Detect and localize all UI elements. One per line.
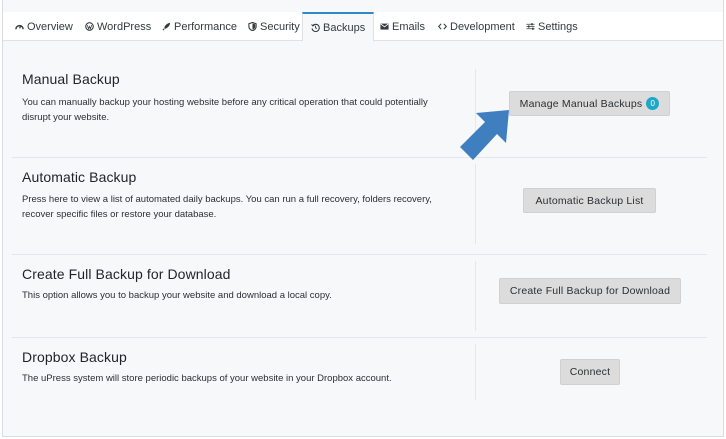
section-description: You can manually backup your hosting web… xyxy=(22,95,472,125)
section-divider xyxy=(475,164,476,244)
description-line: disrupt your website. xyxy=(22,112,110,123)
tab-performance[interactable]: Performance xyxy=(162,12,237,41)
backup-count-badge: 0 xyxy=(646,97,660,110)
envelope-icon xyxy=(380,22,389,31)
wordpress-icon xyxy=(85,22,94,31)
manage-manual-backups-button[interactable]: Manage Manual Backups 0 xyxy=(509,91,670,116)
dashboard-icon xyxy=(15,22,24,31)
tab-label: Backups xyxy=(323,21,366,34)
connect-dropbox-button[interactable]: Connect xyxy=(560,359,620,385)
section-description: This option allows you to backup your we… xyxy=(22,288,472,303)
rocket-icon xyxy=(162,22,171,31)
tab-bar: Overview WordPress Performance Security … xyxy=(3,12,723,42)
code-icon xyxy=(437,22,448,31)
manual-backup-section: Manual Backup You can manually backup yo… xyxy=(12,41,707,158)
sliders-icon xyxy=(526,22,535,31)
tab-settings[interactable]: Settings xyxy=(526,12,578,41)
download-backup-section: Create Full Backup for Download This opt… xyxy=(12,255,707,338)
button-label: Automatic Backup List xyxy=(535,194,644,207)
tab-label: WordPress xyxy=(97,20,152,33)
button-label: Manage Manual Backups xyxy=(519,97,643,110)
description-line: recover specific files or restore your d… xyxy=(22,209,217,220)
backups-panel: Overview WordPress Performance Security … xyxy=(2,0,724,437)
button-label: Connect xyxy=(569,366,611,378)
tab-wordpress[interactable]: WordPress xyxy=(85,12,151,41)
tab-emails[interactable]: Emails xyxy=(380,12,425,41)
automatic-backup-list-button[interactable]: Automatic Backup List xyxy=(523,188,656,213)
history-icon xyxy=(311,23,320,32)
tab-label: Performance xyxy=(174,20,237,33)
tab-security[interactable]: Security xyxy=(248,12,300,41)
pointer-arrow-icon xyxy=(460,110,509,160)
section-description: The uPress system will store periodic ba… xyxy=(22,371,472,386)
section-title: Dropbox Backup xyxy=(22,349,127,365)
section-title: Create Full Backup for Download xyxy=(22,266,231,282)
dropbox-backup-section: Dropbox Backup The uPress system will st… xyxy=(12,338,707,420)
tab-development[interactable]: Development xyxy=(437,12,515,41)
tab-label: Development xyxy=(450,20,515,33)
tab-label: Overview xyxy=(27,20,73,33)
button-label: Create Full Backup for Download xyxy=(509,285,671,297)
tab-label: Security xyxy=(260,20,300,33)
description-line: You can manually backup your hosting web… xyxy=(22,97,428,108)
tab-overview[interactable]: Overview xyxy=(15,12,73,41)
section-divider xyxy=(475,261,476,331)
create-full-backup-button[interactable]: Create Full Backup for Download xyxy=(499,278,681,304)
description-line: This option allows you to backup your we… xyxy=(22,290,332,301)
tab-label: Emails xyxy=(392,20,426,33)
description-line: Press here to view a list of automated d… xyxy=(22,194,432,205)
description-line: The uPress system will store periodic ba… xyxy=(22,373,392,384)
shield-icon xyxy=(248,21,257,32)
section-title: Automatic Backup xyxy=(22,169,137,185)
tab-label: Settings xyxy=(538,20,578,33)
section-description: Press here to view a list of automated d… xyxy=(22,192,472,222)
section-divider xyxy=(475,344,476,400)
section-title: Manual Backup xyxy=(22,71,120,87)
tab-backups[interactable]: Backups xyxy=(302,12,375,42)
automatic-backup-section: Automatic Backup Press here to view a li… xyxy=(12,158,707,255)
